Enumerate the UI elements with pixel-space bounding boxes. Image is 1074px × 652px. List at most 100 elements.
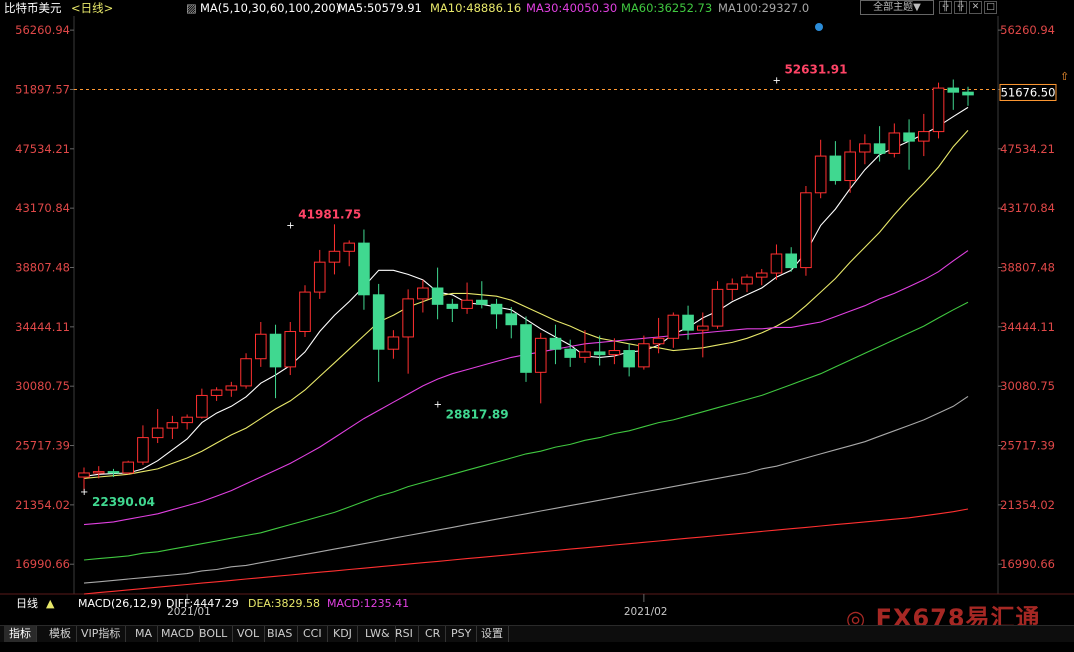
ma10-value: MA10:48886.16	[430, 1, 522, 15]
ma5-value: MA5:50579.91	[338, 1, 422, 15]
current-price-label: 51676.50	[1001, 85, 1056, 99]
annotation-label-1: 28817.89	[446, 407, 509, 421]
ma60-value: MA60:36252.73	[621, 1, 713, 15]
candle-body-12	[254, 333, 267, 360]
tab-11[interactable]: RSI	[390, 626, 419, 642]
tab-6[interactable]: VOL	[232, 626, 266, 642]
candle-body-57	[917, 131, 930, 142]
annotation-marker-2: +	[80, 487, 88, 498]
candle-body-50	[814, 155, 827, 194]
candle-body-8	[196, 394, 208, 418]
y-tick-label-right-3: 43170.84	[1000, 201, 1055, 215]
candle-body-48	[785, 253, 798, 269]
candle-body-38	[638, 343, 650, 368]
tab-3[interactable]: MA	[130, 626, 159, 642]
close-icon[interactable]: ✕	[969, 1, 982, 14]
y-tick-label-right-7: 25717.39	[1000, 439, 1055, 453]
candle-body-30	[520, 324, 532, 373]
candle-body-6	[166, 422, 179, 429]
candle-body-60	[962, 91, 974, 96]
crosshair-icon[interactable]: ╬	[939, 1, 952, 14]
y-tick-label-left-4: 38807.48	[15, 260, 70, 274]
candle-body-51	[829, 155, 842, 182]
annotation-label-2: 22390.04	[92, 495, 155, 509]
macd-dea: DEA:3829.58	[248, 597, 320, 610]
candle-body-11	[240, 358, 252, 387]
y-tick-label-right-5: 34444.11	[1000, 320, 1055, 334]
crosshair-alt-icon[interactable]: ╬	[954, 1, 967, 14]
candle-body-47	[770, 253, 783, 274]
maximize-icon[interactable]: □	[984, 1, 997, 14]
candle-body-13	[269, 333, 282, 368]
candlestick-chart[interactable]: 56260.9456260.9451897.5751897.5747534.21…	[0, 0, 1074, 652]
tab-1[interactable]: 模板	[44, 626, 77, 642]
macd-diff: DIFF:4447.29	[166, 597, 239, 610]
candle-body-3	[122, 461, 135, 474]
candle-body-45	[741, 276, 753, 285]
period-footer-arrow[interactable]: ▲	[46, 597, 54, 611]
macd-config[interactable]: MACD(26,12,9)	[78, 597, 162, 611]
candle-body-10	[225, 385, 238, 391]
annotation-marker-3: +	[772, 75, 780, 86]
candle-body-24	[431, 287, 444, 305]
date-label-feb: 2021/02	[623, 606, 668, 618]
tab-2[interactable]: VIP指标	[76, 626, 127, 642]
tab-12[interactable]: CR	[420, 626, 447, 642]
ma-indicator-icon[interactable]: ▨	[186, 0, 197, 16]
annotation-label-0: 41981.75	[298, 207, 361, 221]
candle-body-37	[623, 350, 635, 368]
candle-body-42	[696, 325, 709, 331]
candle-body-15	[299, 291, 311, 333]
y-tick-label-left-2: 47534.21	[15, 142, 70, 156]
candle-body-44	[726, 283, 739, 290]
tab-5[interactable]: BOLL	[194, 626, 234, 642]
period-footer-label[interactable]: 日线	[16, 597, 38, 611]
candle-body-2	[107, 471, 120, 474]
candle-body-17	[328, 250, 341, 263]
candle-body-21	[387, 336, 400, 350]
indicator-tabs: 指标 模板 VIP指标 MA MACD BOLL VOL BIAS CCI KDJ LW& RSI CR…	[0, 625, 1074, 642]
annotation-marker-0: +	[286, 220, 294, 231]
tab-13[interactable]: PSY	[446, 626, 478, 642]
candle-body-59	[947, 87, 960, 93]
tab-9[interactable]: KDJ	[328, 626, 358, 642]
candle-body-56	[903, 132, 915, 142]
candle-body-29	[505, 313, 518, 326]
period-label[interactable]: <日线>	[71, 0, 113, 16]
y-tick-label-right-0: 56260.94	[1000, 23, 1055, 37]
ma30-value: MA30:40050.30	[526, 1, 618, 15]
candle-body-4	[137, 437, 149, 463]
theme-select-button[interactable]: 全部主题▼	[860, 0, 934, 15]
candle-body-23	[417, 287, 429, 300]
y-tick-label-left-5: 34444.11	[15, 320, 70, 334]
candle-body-40	[667, 314, 680, 339]
candle-body-0	[78, 472, 90, 478]
y-tick-label-left-1: 51897.57	[15, 82, 70, 96]
y-tick-label-left-6: 30080.75	[15, 379, 70, 393]
candle-body-58	[932, 87, 945, 133]
candle-body-43	[711, 288, 724, 327]
scroll-up-icon[interactable]: ⇧	[1060, 70, 1069, 83]
candle-body-28	[490, 303, 503, 315]
candle-body-16	[313, 261, 326, 293]
candle-body-5	[151, 427, 164, 439]
annotation-marker-1: +	[434, 399, 442, 410]
tab-14[interactable]: 设置	[476, 626, 509, 642]
ma-line-ma100	[83, 395, 969, 584]
ma-config[interactable]: MA(5,10,30,60,100,200)	[200, 0, 340, 16]
y-tick-label-left-3: 43170.84	[15, 201, 70, 215]
candle-body-54	[873, 143, 886, 154]
candle-body-46	[755, 272, 768, 278]
y-tick-label-left-8: 21354.02	[15, 498, 70, 512]
y-tick-label-right-8: 21354.02	[1000, 498, 1055, 512]
y-tick-label-left-7: 25717.39	[15, 439, 70, 453]
candle-body-18	[343, 242, 356, 252]
candle-body-14	[284, 331, 297, 368]
candle-body-49	[800, 192, 812, 269]
tab-0[interactable]: 指标	[4, 626, 37, 642]
tab-7[interactable]: BIAS	[262, 626, 299, 642]
candle-body-31	[534, 337, 547, 373]
tab-8[interactable]: CCI	[298, 626, 328, 642]
instrument-name: 比特币美元	[4, 1, 62, 15]
candle-body-52	[844, 151, 856, 182]
